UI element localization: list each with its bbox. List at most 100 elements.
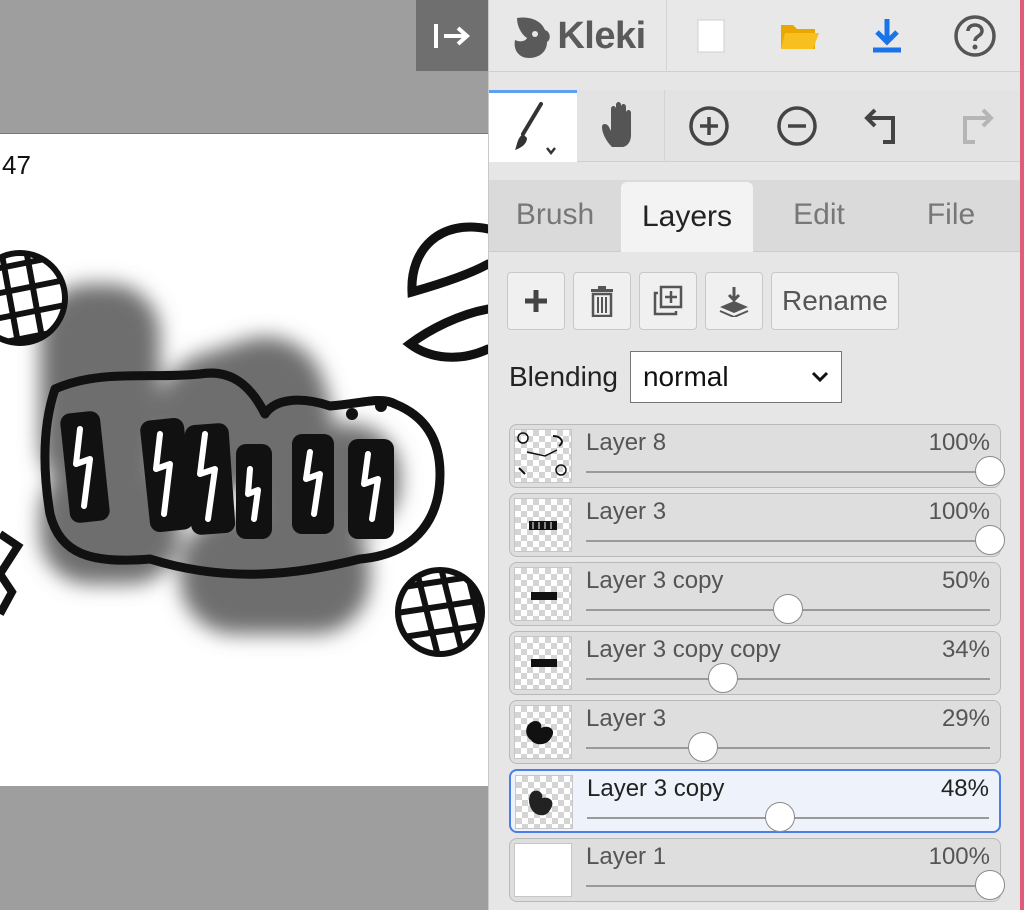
tab-layers[interactable]: Layers bbox=[621, 182, 753, 252]
hand-icon bbox=[601, 102, 631, 147]
layer-actions: Rename bbox=[507, 272, 899, 330]
canvas-workspace[interactable]: 47 bbox=[0, 0, 488, 910]
layer-name: Layer 3 copy bbox=[587, 775, 725, 802]
blending-select[interactable]: normal bbox=[629, 351, 842, 403]
rename-layer-button[interactable]: Rename bbox=[771, 272, 899, 330]
layer-thumbnail-art bbox=[529, 521, 557, 530]
zoom-out-button[interactable] bbox=[753, 90, 841, 162]
undo-icon bbox=[864, 108, 895, 144]
opacity-slider-knob[interactable] bbox=[773, 594, 803, 624]
layer-thumbnail-art bbox=[529, 790, 553, 816]
blending-row: Blending normal bbox=[509, 351, 842, 403]
layer-thumbnail-art bbox=[526, 721, 554, 745]
new-image-button[interactable] bbox=[667, 0, 755, 72]
redo-icon bbox=[963, 108, 994, 144]
drawing-canvas[interactable]: 47 bbox=[0, 133, 488, 786]
duplicate-icon bbox=[653, 285, 683, 316]
layer-thumbnail-art bbox=[531, 659, 557, 667]
panel-tabs: Brush Layers Edit File bbox=[489, 180, 1021, 252]
opacity-slider[interactable] bbox=[586, 456, 1005, 486]
opacity-slider[interactable] bbox=[586, 594, 990, 624]
layer-name: Layer 3 copy copy bbox=[586, 636, 781, 663]
new-page-icon bbox=[697, 19, 725, 53]
add-layer-button[interactable] bbox=[507, 272, 565, 330]
opacity-slider[interactable] bbox=[586, 732, 990, 762]
opacity-slider[interactable] bbox=[587, 802, 989, 832]
merge-down-button[interactable] bbox=[705, 272, 763, 330]
zoom-out-icon bbox=[777, 106, 817, 146]
opacity-slider[interactable] bbox=[586, 870, 1005, 900]
layer-thumbnail bbox=[515, 775, 573, 829]
app-logo[interactable]: Kleki bbox=[489, 0, 667, 72]
layer-opacity: 100% bbox=[928, 429, 990, 456]
opacity-slider[interactable] bbox=[586, 525, 1005, 555]
trash-icon bbox=[591, 286, 613, 317]
duplicate-layer-button[interactable] bbox=[639, 272, 697, 330]
canvas-artwork bbox=[0, 222, 488, 657]
tab-edit[interactable]: Edit bbox=[753, 180, 885, 250]
opacity-slider[interactable] bbox=[586, 663, 990, 693]
layer-name: Layer 3 bbox=[586, 705, 667, 732]
tool-bar bbox=[489, 90, 1021, 162]
open-file-button[interactable] bbox=[755, 0, 843, 72]
layer-name: Layer 8 bbox=[586, 429, 667, 456]
app-header: Kleki bbox=[489, 0, 1021, 72]
opacity-slider-knob[interactable] bbox=[688, 732, 719, 762]
layer-item[interactable]: Layer 3 100% bbox=[509, 493, 1005, 557]
blending-label: Blending bbox=[509, 361, 618, 392]
layer-item-selected[interactable]: Layer 3 copy 48% bbox=[509, 769, 1001, 833]
chevron-down-icon bbox=[811, 371, 829, 383]
layer-thumbnail-art bbox=[531, 592, 557, 600]
layer-name: Layer 3 bbox=[586, 498, 667, 525]
help-icon bbox=[954, 15, 996, 57]
layer-thumbnail-art bbox=[517, 432, 567, 476]
layer-list: Layer 8 100% Layer 3 100% Layer 3 copy 5… bbox=[509, 424, 1005, 907]
merge-down-icon bbox=[719, 287, 749, 317]
layer-item[interactable]: Layer 8 100% bbox=[509, 424, 1005, 488]
brush-icon bbox=[515, 101, 556, 155]
download-button[interactable] bbox=[843, 0, 931, 72]
brush-tool-button[interactable] bbox=[489, 90, 577, 162]
window-edge bbox=[1020, 0, 1024, 910]
arrow-right-bar-icon bbox=[434, 23, 471, 48]
layer-opacity: 34% bbox=[941, 636, 990, 663]
layer-opacity: 48% bbox=[940, 775, 989, 802]
layer-thumbnail bbox=[514, 705, 572, 759]
hand-tool-button[interactable] bbox=[577, 90, 665, 162]
layer-opacity: 100% bbox=[928, 498, 990, 525]
download-icon bbox=[873, 19, 901, 53]
tab-file[interactable]: File bbox=[885, 180, 1017, 250]
opacity-slider-knob[interactable] bbox=[708, 663, 739, 693]
opacity-slider-knob[interactable] bbox=[975, 870, 1005, 900]
layer-thumbnail bbox=[514, 567, 572, 621]
layer-name: Layer 1 bbox=[586, 843, 667, 870]
opacity-slider-knob[interactable] bbox=[975, 525, 1005, 555]
opacity-slider-knob[interactable] bbox=[975, 456, 1005, 486]
plus-icon bbox=[525, 290, 547, 312]
opacity-slider-knob[interactable] bbox=[764, 802, 795, 832]
redo-button[interactable] bbox=[929, 90, 1017, 162]
layer-item[interactable]: Layer 3 copy copy 34% bbox=[509, 631, 1001, 695]
layer-item[interactable]: Layer 3 copy 50% bbox=[509, 562, 1001, 626]
layer-thumbnail bbox=[514, 429, 572, 483]
collapse-panel-button[interactable] bbox=[416, 0, 488, 71]
zoom-in-button[interactable] bbox=[665, 90, 753, 162]
layer-thumbnail bbox=[514, 636, 572, 690]
layer-item[interactable]: Layer 3 29% bbox=[509, 700, 1001, 764]
delete-layer-button[interactable] bbox=[573, 272, 631, 330]
tab-brush[interactable]: Brush bbox=[489, 180, 621, 250]
app-name: Kleki bbox=[557, 14, 646, 57]
layer-thumbnail bbox=[514, 498, 572, 552]
layer-opacity: 29% bbox=[941, 705, 990, 732]
layer-opacity: 50% bbox=[941, 567, 990, 594]
layer-item[interactable]: Layer 1 100% bbox=[509, 838, 1005, 902]
kleki-logo-icon bbox=[514, 17, 551, 58]
side-panel: Kleki Brush Layers Edit File Rename Blen… bbox=[488, 0, 1021, 910]
layer-opacity: 100% bbox=[928, 843, 990, 870]
undo-button[interactable] bbox=[841, 90, 929, 162]
zoom-in-icon bbox=[689, 106, 729, 146]
layer-thumbnail bbox=[514, 843, 572, 897]
help-button[interactable] bbox=[931, 0, 1019, 72]
folder-icon bbox=[781, 25, 819, 49]
blending-value: normal bbox=[642, 361, 729, 392]
